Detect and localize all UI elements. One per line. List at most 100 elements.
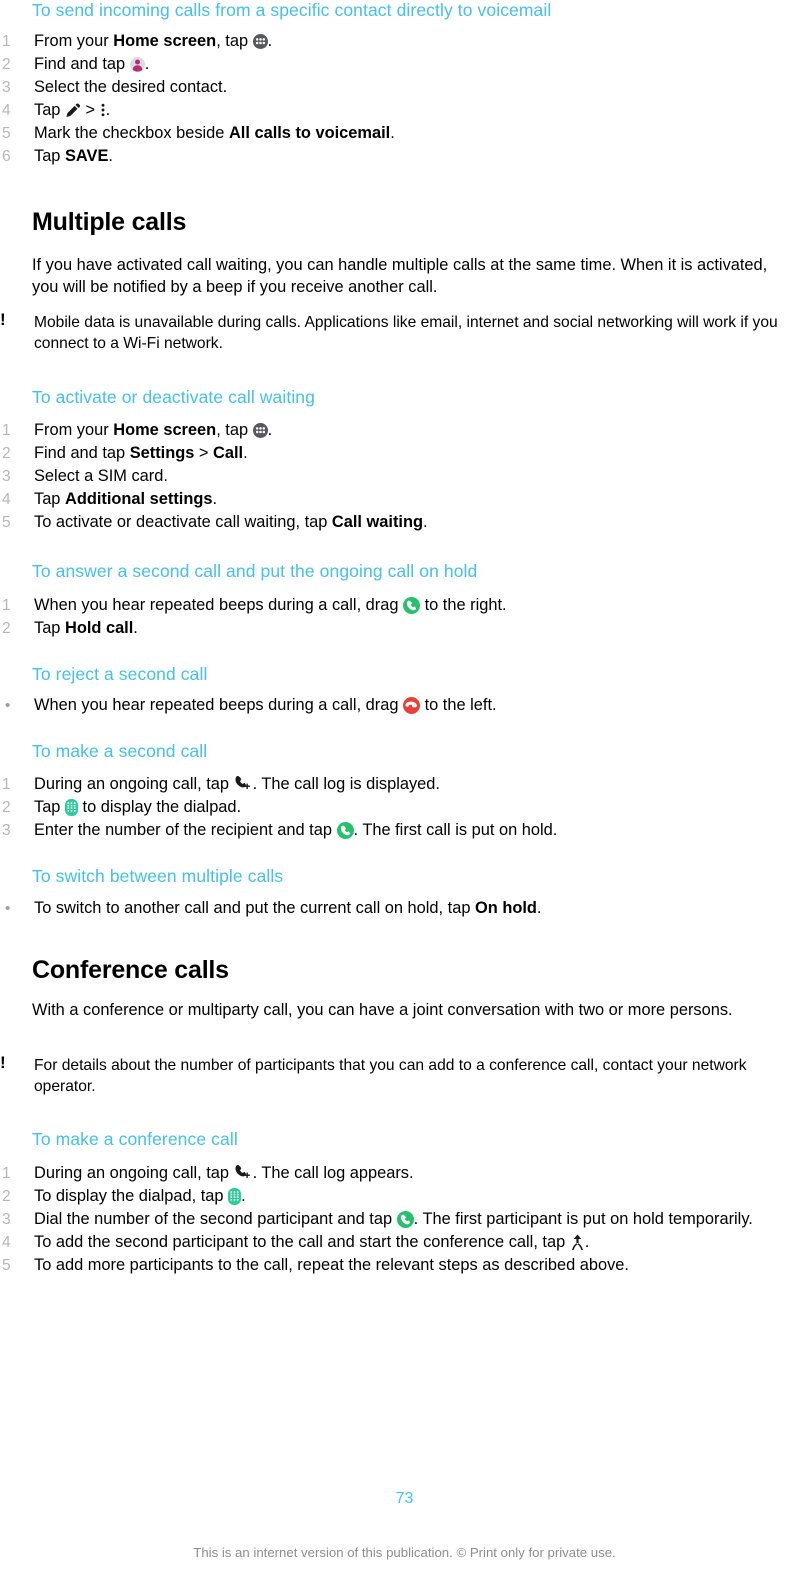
step-text: > bbox=[80, 101, 100, 119]
step-emphasis: Call bbox=[213, 444, 244, 462]
step-text: . bbox=[536, 899, 542, 917]
step-text: Find and tap bbox=[34, 444, 130, 462]
list-item: To add the second participant to the cal… bbox=[0, 1231, 780, 1254]
section-reject-second-call: To reject a second call bbox=[32, 664, 792, 686]
list-item: To activate or deactivate call waiting, … bbox=[0, 511, 780, 534]
step-text: Select the desired contact. bbox=[34, 78, 228, 96]
step-emphasis: Home screen bbox=[113, 32, 217, 50]
contacts-icon bbox=[129, 57, 145, 72]
step-text: Tap bbox=[34, 798, 65, 816]
step-text: When you hear repeated beeps during a ca… bbox=[34, 696, 404, 714]
app-drawer-icon bbox=[252, 34, 268, 49]
bullet-step-list: To switch to another call and put the cu… bbox=[0, 897, 780, 920]
step-text: . bbox=[243, 444, 248, 462]
section-answer-second-call: To answer a second call and put the ongo… bbox=[32, 561, 792, 583]
list-item: During an ongoing call, tap . The call l… bbox=[0, 1162, 780, 1185]
section-conference-calls: Conference calls bbox=[32, 955, 792, 985]
section-voicemail-procedure: To send incoming calls from a specific c… bbox=[32, 0, 792, 22]
step-text: . bbox=[105, 101, 111, 119]
page-title-multiple-calls: Multiple calls bbox=[32, 208, 187, 236]
step-text: . bbox=[390, 124, 395, 142]
manual-page: To send incoming calls from a specific c… bbox=[0, 0, 809, 1590]
step-text: . bbox=[267, 421, 273, 439]
step-text: Enter the number of the recipient and ta… bbox=[34, 821, 337, 839]
section-heading: To make a second call bbox=[32, 741, 208, 761]
step-text: . The call log is displayed. bbox=[252, 775, 440, 793]
step-text: From your bbox=[34, 421, 114, 439]
dialpad-icon bbox=[228, 1188, 242, 1205]
note-text: Mobile data is unavailable during calls.… bbox=[34, 314, 778, 352]
body-paragraph: If you have activated call waiting, you … bbox=[32, 256, 768, 296]
list-item: To display the dialpad, tap . bbox=[0, 1185, 780, 1208]
step-text: . bbox=[241, 1187, 246, 1205]
dialpad-icon bbox=[64, 799, 78, 816]
page-number: 73 bbox=[395, 1490, 414, 1507]
step-text: Tap bbox=[34, 490, 65, 508]
section-heading: To answer a second call and put the ongo… bbox=[32, 561, 478, 581]
step-text: Tap bbox=[34, 619, 65, 637]
list-item: From your Home screen, tap . bbox=[0, 419, 780, 442]
step-text: To switch to another call and put the cu… bbox=[34, 899, 475, 917]
list-item: Select a SIM card. bbox=[0, 465, 780, 488]
step-text: Tap bbox=[34, 147, 65, 165]
paragraph-multiple-calls: If you have activated call waiting, you … bbox=[32, 255, 777, 298]
step-text: During an ongoing call, tap bbox=[34, 775, 234, 793]
list-item: To add more participants to the call, re… bbox=[0, 1254, 780, 1277]
step-text: To activate or deactivate call waiting, … bbox=[34, 513, 332, 531]
step-text: To display the dialpad, tap bbox=[34, 1187, 229, 1205]
ordered-step-list: During an ongoing call, tap . The call l… bbox=[0, 773, 780, 842]
warning-exclamation-icon: ! bbox=[0, 1053, 6, 1072]
step-text: Tap bbox=[34, 101, 65, 119]
section-heading: To activate or deactivate call waiting bbox=[32, 387, 315, 407]
warning-exclamation-icon: ! bbox=[0, 310, 6, 329]
steps-make-second-call: During an ongoing call, tap . The call l… bbox=[0, 773, 780, 842]
step-text: . bbox=[133, 619, 138, 637]
ordered-step-list: From your Home screen, tap . Find and tap… bbox=[0, 30, 780, 168]
step-text: When you hear repeated beeps during a ca… bbox=[34, 596, 404, 614]
step-emphasis: Call waiting bbox=[331, 513, 423, 531]
answer-call-icon bbox=[403, 597, 421, 614]
overflow-menu-icon bbox=[100, 102, 106, 118]
list-item: During an ongoing call, tap . The call l… bbox=[0, 773, 780, 796]
list-item: Mark the checkbox beside All calls to vo… bbox=[0, 122, 780, 145]
step-text: Mark the checkbox beside bbox=[34, 124, 229, 142]
body-paragraph: With a conference or multiparty call, yo… bbox=[32, 1001, 733, 1019]
section-make-conference-call: To make a conference call bbox=[32, 1129, 792, 1151]
step-text: Find and tap bbox=[34, 55, 130, 73]
pencil-icon bbox=[65, 102, 81, 118]
ordered-step-list: When you hear repeated beeps during a ca… bbox=[0, 594, 780, 640]
list-item: When you hear repeated beeps during a ca… bbox=[0, 694, 780, 717]
reject-call-icon bbox=[403, 697, 421, 714]
step-text: to the right. bbox=[420, 596, 507, 614]
answer-call-icon bbox=[396, 1211, 414, 1228]
steps-activate-call-waiting: From your Home screen, tap . Find and tap… bbox=[0, 419, 780, 534]
list-item: Tap Additional settings. bbox=[0, 488, 780, 511]
step-text: To add more participants to the call, re… bbox=[34, 1256, 629, 1274]
steps-make-conference-call: During an ongoing call, tap . The call l… bbox=[0, 1162, 780, 1277]
step-text: . bbox=[267, 32, 273, 50]
step-emphasis: Settings bbox=[129, 444, 195, 462]
section-heading: To make a conference call bbox=[32, 1129, 238, 1149]
step-text: . The call log appears. bbox=[252, 1164, 414, 1182]
list-item: Tap > . bbox=[0, 99, 780, 122]
step-text: to display the dialpad. bbox=[77, 798, 242, 816]
list-item: Select the desired contact. bbox=[0, 76, 780, 99]
add-call-icon bbox=[234, 1164, 253, 1181]
bullets-reject-second-call: When you hear repeated beeps during a ca… bbox=[0, 694, 780, 717]
step-text: > bbox=[194, 444, 214, 462]
note-conference-calls: ! For details about the number of partic… bbox=[0, 1053, 790, 1097]
merge-call-icon bbox=[570, 1233, 585, 1251]
list-item: To switch to another call and put the cu… bbox=[0, 897, 780, 920]
ordered-step-list: From your Home screen, tap . Find and tap… bbox=[0, 419, 780, 534]
step-text: . bbox=[423, 513, 428, 531]
list-item: Find and tap Settings > Call. bbox=[0, 442, 780, 465]
app-drawer-icon bbox=[252, 423, 268, 438]
answer-call-icon bbox=[336, 822, 354, 839]
step-text: Dial the number of the second participan… bbox=[34, 1210, 397, 1228]
step-text: To add the second participant to the cal… bbox=[34, 1233, 570, 1251]
list-item: When you hear repeated beeps during a ca… bbox=[0, 594, 780, 617]
note-text: For details about the number of particip… bbox=[34, 1057, 747, 1095]
section-activate-call-waiting: To activate or deactivate call waiting bbox=[32, 387, 792, 409]
list-item: Dial the number of the second participan… bbox=[0, 1208, 780, 1231]
step-text: . bbox=[212, 490, 218, 508]
